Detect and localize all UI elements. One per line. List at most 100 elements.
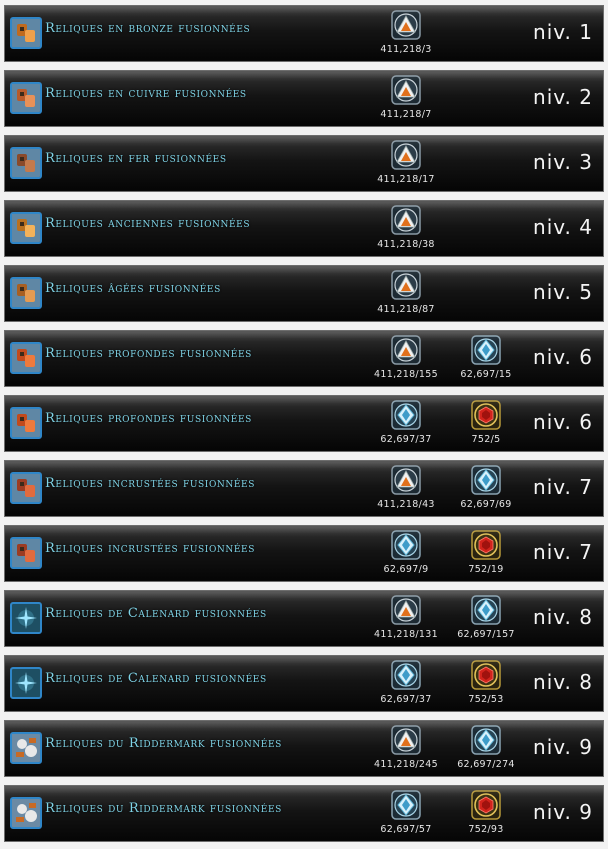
relic-name: Reliques en bronze fusionnées	[45, 21, 251, 36]
cost-1: 62,697/9	[361, 530, 451, 578]
relic-fusion-list: Reliques en bronze fusionnées 411,218/3 ni…	[0, 0, 608, 849]
relic-row[interactable]: Reliques incrustées fusionnées 62,697/9 75…	[4, 525, 604, 582]
cost-2: 752/19	[441, 530, 531, 578]
cost-quantity: 411,218/43	[377, 499, 435, 510]
relic-row[interactable]: Reliques en bronze fusionnées 411,218/3 ni…	[4, 5, 604, 62]
crystal-token-icon[interactable]	[471, 335, 501, 365]
cost-quantity: 752/19	[468, 564, 504, 575]
relic-row[interactable]: Reliques profondes fusionnées 411,218/155…	[4, 330, 604, 387]
relic-row[interactable]: Reliques du Riddermark fusionnées 411,218…	[4, 720, 604, 777]
relic-row[interactable]: Reliques en fer fusionnées 411,218/17 niv.…	[4, 135, 604, 192]
copper-relic-icon[interactable]	[10, 82, 42, 114]
relic-name: Reliques âgées fusionnées	[45, 281, 221, 296]
cost-quantity: 62,697/15	[460, 369, 512, 380]
cost-1: 411,218/38	[361, 205, 451, 253]
relic-name: Reliques en cuivre fusionnées	[45, 86, 247, 101]
cost-quantity: 62,697/69	[460, 499, 512, 510]
relic-row[interactable]: Reliques incrustées fusionnées 411,218/43…	[4, 460, 604, 517]
level-label: niv. 8	[533, 605, 593, 629]
level-label: niv. 9	[533, 735, 593, 759]
cost-1: 411,218/43	[361, 465, 451, 513]
relic-row[interactable]: Reliques âgées fusionnées 411,218/87 niv. …	[4, 265, 604, 322]
ancient-relic-icon[interactable]	[10, 212, 42, 244]
relic-row[interactable]: Reliques de Calenard fusionnées 411,218/1…	[4, 590, 604, 647]
iron-relic-icon[interactable]	[10, 147, 42, 179]
cost-quantity: 411,218/155	[374, 369, 438, 380]
cost-1: 411,218/87	[361, 270, 451, 318]
cost-quantity: 62,697/37	[380, 434, 432, 445]
crystal-token-icon[interactable]	[391, 530, 421, 560]
level-label: niv. 4	[533, 215, 593, 239]
cost-2: 752/5	[441, 400, 531, 448]
ruby-token-icon[interactable]	[471, 660, 501, 690]
ruby-token-icon[interactable]	[471, 400, 501, 430]
bronze-relic-icon[interactable]	[10, 17, 42, 49]
cost-quantity: 411,218/17	[377, 174, 435, 185]
calenard-relic-icon[interactable]	[10, 667, 42, 699]
shard-token-icon[interactable]	[391, 140, 421, 170]
crystal-token-icon[interactable]	[471, 725, 501, 755]
shard-token-icon[interactable]	[391, 10, 421, 40]
shard-token-icon[interactable]	[391, 595, 421, 625]
deep-relic-icon[interactable]	[10, 407, 42, 439]
inlaid-relic-icon[interactable]	[10, 472, 42, 504]
crystal-token-icon[interactable]	[391, 790, 421, 820]
cost-2: 62,697/274	[441, 725, 531, 773]
level-label: niv. 9	[533, 800, 593, 824]
relic-row[interactable]: Reliques en cuivre fusionnées 411,218/7 ni…	[4, 70, 604, 127]
relic-row[interactable]: Reliques du Riddermark fusionnées 62,697/…	[4, 785, 604, 842]
cost-quantity: 411,218/131	[374, 629, 438, 640]
relic-name: Reliques de Calenard fusionnées	[45, 671, 267, 686]
level-label: niv. 7	[533, 540, 593, 564]
relic-name: Reliques de Calenard fusionnées	[45, 606, 267, 621]
level-label: niv. 6	[533, 345, 593, 369]
aged-relic-icon[interactable]	[10, 277, 42, 309]
crystal-token-icon[interactable]	[391, 400, 421, 430]
level-label: niv. 3	[533, 150, 593, 174]
cost-1: 411,218/7	[361, 75, 451, 123]
relic-name: Reliques en fer fusionnées	[45, 151, 227, 166]
cost-1: 62,697/57	[361, 790, 451, 838]
crystal-token-icon[interactable]	[391, 660, 421, 690]
level-label: niv. 5	[533, 280, 593, 304]
riddermark-relic-icon[interactable]	[10, 797, 42, 829]
level-label: niv. 7	[533, 475, 593, 499]
inlaid-relic-icon[interactable]	[10, 537, 42, 569]
ruby-token-icon[interactable]	[471, 530, 501, 560]
cost-quantity: 411,218/245	[374, 759, 438, 770]
ruby-token-icon[interactable]	[471, 790, 501, 820]
cost-quantity: 62,697/274	[457, 759, 515, 770]
level-label: niv. 6	[533, 410, 593, 434]
cost-2: 62,697/157	[441, 595, 531, 643]
shard-token-icon[interactable]	[391, 335, 421, 365]
relic-name: Reliques incrustées fusionnées	[45, 476, 255, 491]
shard-token-icon[interactable]	[391, 205, 421, 235]
level-label: niv. 8	[533, 670, 593, 694]
relic-row[interactable]: Reliques profondes fusionnées 62,697/37 75…	[4, 395, 604, 452]
cost-1: 411,218/131	[361, 595, 451, 643]
cost-quantity: 62,697/57	[380, 824, 432, 835]
cost-1: 411,218/245	[361, 725, 451, 773]
crystal-token-icon[interactable]	[471, 595, 501, 625]
cost-2: 62,697/15	[441, 335, 531, 383]
shard-token-icon[interactable]	[391, 75, 421, 105]
deep-relic-icon[interactable]	[10, 342, 42, 374]
cost-2: 752/53	[441, 660, 531, 708]
relic-name: Reliques anciennes fusionnées	[45, 216, 251, 231]
riddermark-relic-icon[interactable]	[10, 732, 42, 764]
cost-quantity: 411,218/7	[380, 109, 432, 120]
shard-token-icon[interactable]	[391, 270, 421, 300]
cost-1: 62,697/37	[361, 400, 451, 448]
calenard-relic-icon[interactable]	[10, 602, 42, 634]
cost-2: 62,697/69	[441, 465, 531, 513]
cost-1: 411,218/3	[361, 10, 451, 58]
crystal-token-icon[interactable]	[471, 465, 501, 495]
relic-row[interactable]: Reliques anciennes fusionnées 411,218/38 n…	[4, 200, 604, 257]
cost-1: 411,218/17	[361, 140, 451, 188]
relic-row[interactable]: Reliques de Calenard fusionnées 62,697/37…	[4, 655, 604, 712]
shard-token-icon[interactable]	[391, 465, 421, 495]
cost-quantity: 62,697/9	[383, 564, 429, 575]
shard-token-icon[interactable]	[391, 725, 421, 755]
cost-1: 411,218/155	[361, 335, 451, 383]
cost-quantity: 411,218/87	[377, 304, 435, 315]
